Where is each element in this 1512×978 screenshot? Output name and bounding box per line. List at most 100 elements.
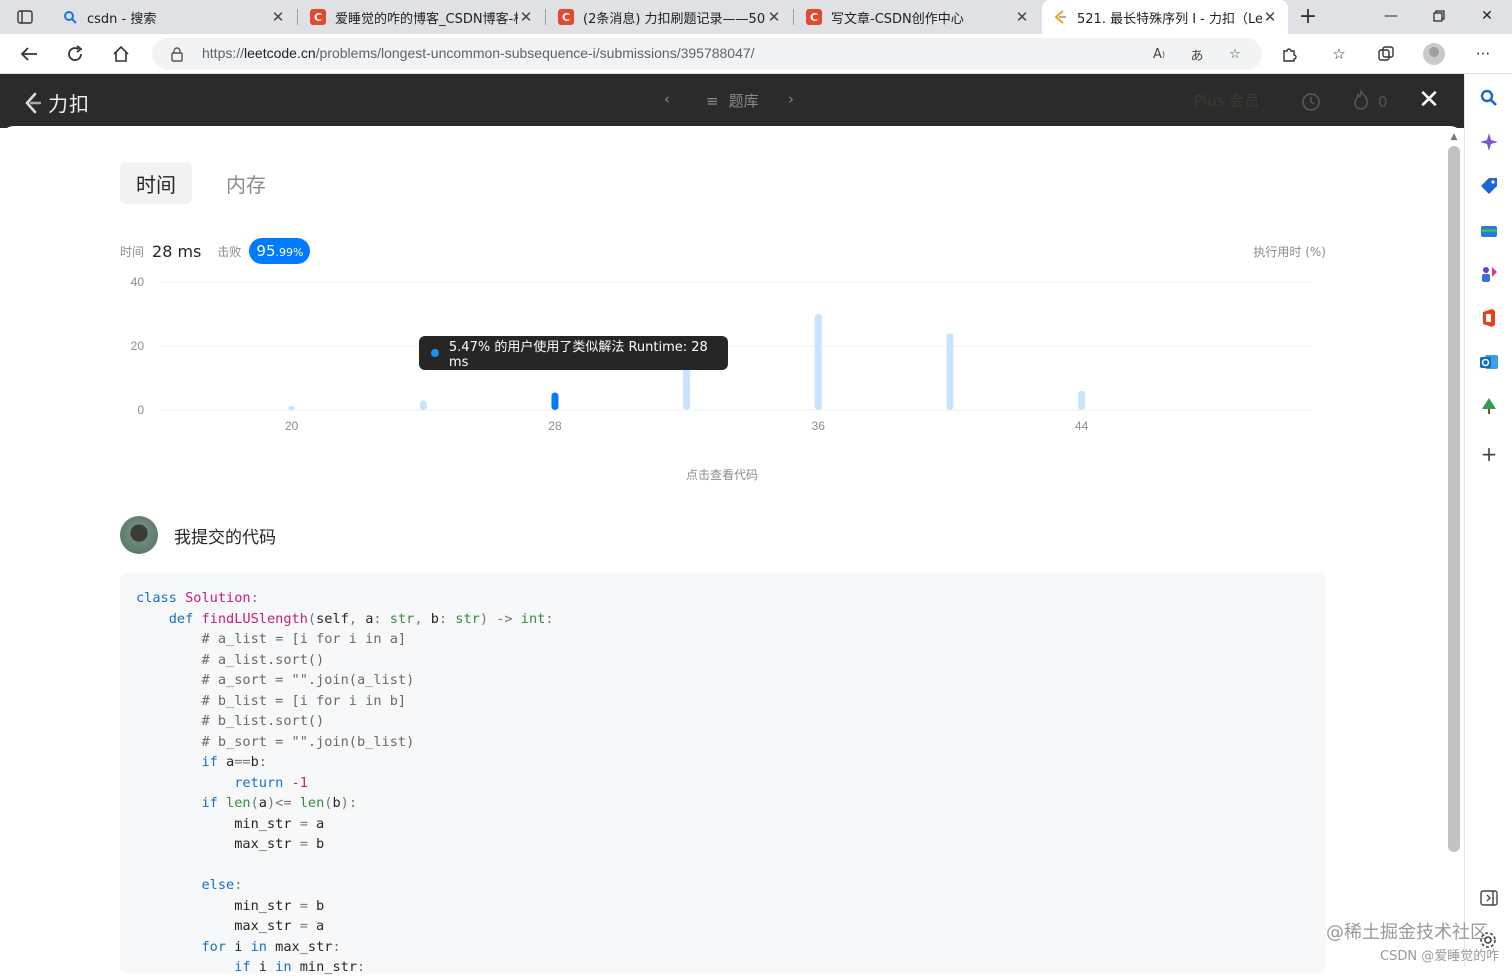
close-icon[interactable]: ✕ [270, 8, 286, 26]
browser-toolbar: https://leetcode.cn/problems/longest-unc… [0, 34, 1512, 74]
alarm-clock-icon[interactable] [1300, 90, 1322, 112]
chart-bar [288, 406, 296, 410]
beat-label: 击败 [217, 244, 242, 259]
tab-actions-icon[interactable] [12, 6, 38, 28]
close-icon[interactable]: ✕ [518, 8, 534, 26]
scroll-up-arrow[interactable]: ▲ [1448, 132, 1460, 142]
translate-icon[interactable]: あ [1186, 44, 1208, 64]
chart-bar-highlight [551, 392, 559, 410]
problem-bank-link[interactable]: ≡ 题库 [706, 90, 759, 111]
new-tab-icon[interactable]: + [1296, 4, 1320, 29]
more-options-icon[interactable]: ··· [1470, 42, 1496, 66]
time-value: 28 ms [152, 241, 202, 261]
browser-tab-strip: csdn - 搜索 ✕ C 爱睡觉的咋的博客_CSDN博客-机 ✕ C (2条消… [0, 0, 1512, 34]
watermark-juejin: @稀土掘金技术社区 [1326, 922, 1488, 943]
browser-tab[interactable]: C 写文章-CSDN创作中心 ✕ [796, 0, 1040, 34]
beat-percentage-badge: 95.99% [249, 238, 311, 264]
tab-title: 521. 最长特殊序列 Ⅰ - 力扣（Le [1077, 11, 1262, 27]
chart-bar [814, 314, 822, 410]
add-icon[interactable]: + [1479, 444, 1499, 464]
chart-tooltip: 5.47% 的用户使用了类似解法 Runtime: 28 ms [419, 336, 728, 370]
gear-icon[interactable] [1478, 930, 1498, 950]
sidebar-toggle-icon[interactable] [1479, 888, 1499, 908]
edge-sidebar: + [1464, 74, 1512, 967]
address-bar[interactable]: https://leetcode.cn/problems/longest-unc… [152, 38, 1262, 70]
x-tick-label: 36 [812, 419, 826, 433]
tab-memory[interactable]: 内存 [210, 162, 282, 204]
window-close-icon[interactable]: ✕ [1464, 0, 1510, 32]
outlook-icon[interactable] [1479, 352, 1499, 372]
csdn-icon: C [310, 9, 326, 25]
list-icon: ≡ [706, 91, 719, 110]
tab-divider [793, 9, 794, 25]
home-icon[interactable] [108, 42, 134, 66]
extensions-icon[interactable] [1276, 42, 1302, 66]
next-problem-icon[interactable]: › [788, 90, 794, 108]
close-icon[interactable]: ✕ [1262, 8, 1278, 26]
close-modal-icon[interactable]: ✕ [1418, 87, 1440, 113]
lock-icon[interactable] [170, 46, 186, 62]
tab-divider [545, 9, 546, 25]
flame-icon [1352, 88, 1370, 114]
close-icon[interactable]: ✕ [1014, 8, 1030, 26]
tooltip-dot [431, 349, 439, 357]
logo-text: 力扣 [48, 92, 90, 116]
shopping-tag-icon[interactable] [1479, 176, 1499, 196]
my-code-header: 我提交的代码 [120, 516, 276, 554]
time-label: 时间 [120, 244, 145, 259]
browser-tab[interactable]: csdn - 搜索 ✕ [52, 0, 296, 34]
leetcode-logo[interactable]: 力扣 [22, 88, 90, 117]
leetcode-logo-icon [22, 91, 42, 115]
x-tick-label: 44 [1075, 419, 1089, 433]
refresh-icon[interactable] [62, 42, 88, 66]
tab-title: 爱睡觉的咋的博客_CSDN博客-机 [335, 11, 518, 27]
browser-tab[interactable]: C 爱睡觉的咋的博客_CSDN博客-机 ✕ [300, 0, 544, 34]
url-text[interactable]: https://leetcode.cn/problems/longest-unc… [202, 45, 755, 61]
profile-avatar[interactable] [1421, 42, 1447, 66]
read-aloud-icon[interactable]: A) [1148, 44, 1170, 64]
tab-title: (2条消息) 力扣刷题记录——507 [583, 11, 766, 27]
x-tick-label: 28 [548, 419, 562, 433]
office-icon[interactable] [1479, 308, 1499, 328]
metric-tabs: 时间 内存 [120, 162, 282, 204]
submitted-code: class Solution: def findLUSlength(self, … [136, 590, 554, 975]
search-icon [62, 9, 78, 25]
chart-bar [1078, 390, 1086, 410]
plus-membership-link[interactable]: Plus 会员 [1194, 90, 1259, 111]
browser-tab-active[interactable]: 521. 最长特殊序列 Ⅰ - 力扣（Le ✕ [1042, 0, 1288, 34]
y-tick-label: 0 [137, 403, 144, 417]
view-code-hint[interactable]: 点击查看代码 [662, 466, 782, 483]
csdn-icon: C [806, 9, 822, 25]
avatar[interactable] [120, 516, 158, 554]
tab-title: csdn - 搜索 [87, 11, 157, 27]
x-tick-label: 20 [285, 419, 299, 433]
collections-icon[interactable] [1373, 42, 1399, 66]
runtime-stats: 时间 28 ms 击败 95.99% [120, 238, 311, 264]
y-tick-label: 40 [131, 275, 145, 289]
csdn-icon: C [558, 9, 574, 25]
search-icon[interactable] [1479, 88, 1499, 108]
tooltip-text: 5.47% 的用户使用了类似解法 Runtime: 28 ms [448, 340, 708, 370]
favorites-icon[interactable]: ☆ [1326, 42, 1352, 66]
restore-icon[interactable] [1416, 0, 1462, 32]
streak-counter[interactable]: 0 [1352, 88, 1388, 114]
chart-axis-title: 执行用时 (%) [1253, 245, 1326, 259]
browser-tab[interactable]: C (2条消息) 力扣刷题记录——507 ✕ [548, 0, 792, 34]
chart-bar [946, 333, 954, 410]
leetcode-icon [1052, 9, 1068, 25]
copilot-icon[interactable] [1479, 132, 1499, 152]
tree-icon[interactable] [1479, 396, 1499, 416]
games-icon[interactable] [1479, 264, 1499, 284]
y-tick-label: 20 [131, 339, 145, 353]
minimize-icon[interactable]: — [1368, 0, 1414, 32]
prev-problem-icon[interactable]: ‹ [664, 90, 670, 108]
back-icon[interactable] [16, 42, 42, 66]
tab-time[interactable]: 时间 [120, 162, 192, 204]
tab-divider [297, 9, 298, 25]
tools-icon[interactable] [1479, 220, 1499, 240]
leetcode-header: 力扣 ‹ ≡ 题库 › Plus 会员 0 [0, 74, 1464, 128]
scrollbar-thumb[interactable] [1448, 146, 1460, 852]
close-icon[interactable]: ✕ [766, 8, 782, 26]
add-favorite-icon[interactable]: ☆ [1224, 44, 1246, 64]
code-section-title: 我提交的代码 [174, 527, 276, 548]
